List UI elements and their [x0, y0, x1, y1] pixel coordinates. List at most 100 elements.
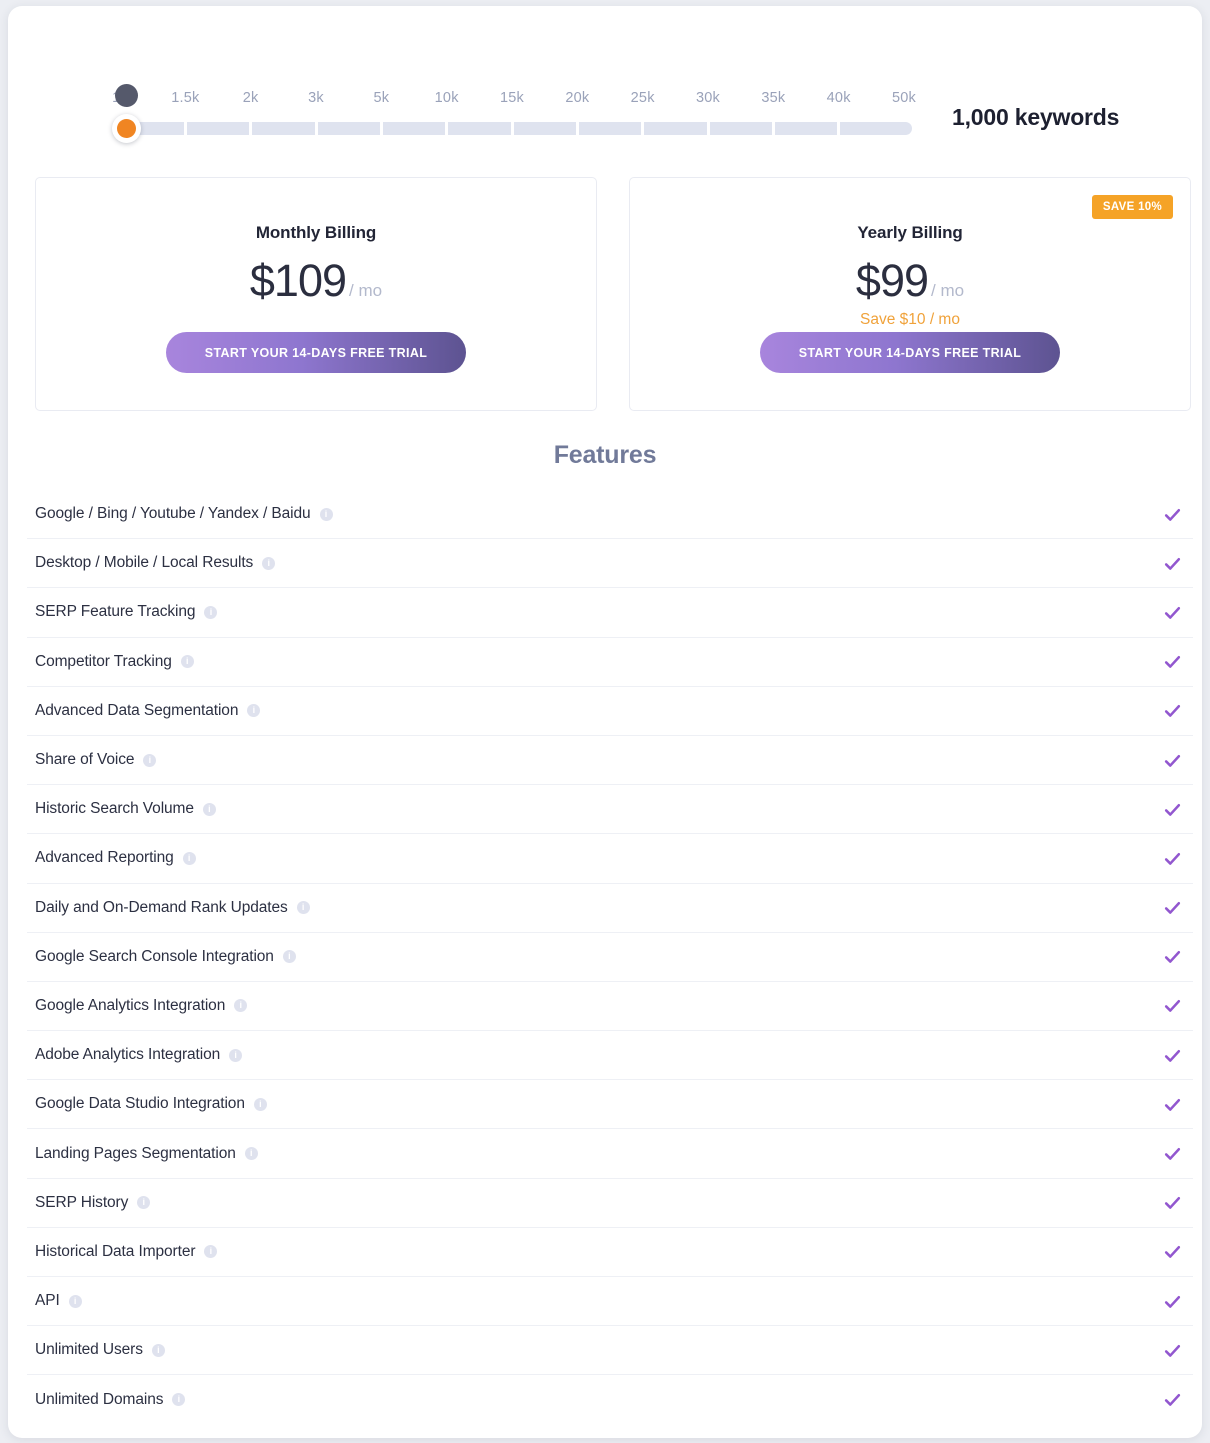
feature-label: Google / Bing / Youtube / Yandex / Baidu	[35, 505, 311, 523]
feature-row: Advanced Reporting i	[27, 834, 1193, 884]
start-free-trial-button-yearly[interactable]: START YOUR 14-DAYS FREE TRIAL	[760, 332, 1060, 373]
feature-label: Advanced Data Segmentation	[35, 701, 239, 719]
slider-tick-25k[interactable]: 25k	[631, 90, 655, 106]
feature-label: Advanced Reporting	[35, 849, 174, 867]
check-icon	[1164, 1000, 1181, 1013]
info-icon[interactable]: i	[282, 950, 296, 964]
slider-track-gap	[575, 122, 579, 135]
slider-track[interactable]	[120, 122, 912, 135]
feature-row: SERP History i	[27, 1179, 1193, 1228]
feature-label: Historical Data Importer	[35, 1242, 196, 1260]
info-icon[interactable]: i	[202, 802, 216, 816]
check-icon	[1164, 1147, 1181, 1160]
check-icon	[1164, 557, 1181, 570]
slider-tick-40k[interactable]: 40k	[827, 90, 851, 106]
info-icon[interactable]: i	[180, 655, 194, 669]
feature-label: Historic Search Volume	[35, 800, 194, 818]
start-free-trial-button-monthly[interactable]: START YOUR 14-DAYS FREE TRIAL	[166, 332, 466, 373]
info-icon[interactable]: i	[247, 704, 261, 718]
check-icon	[1164, 1295, 1181, 1308]
plan-price-line: $99/ mo	[630, 255, 1190, 307]
slider-track-gap	[837, 122, 841, 135]
slider-tick-20k[interactable]: 20k	[565, 90, 589, 106]
plan-title: Yearly Billing	[857, 223, 963, 242]
features-heading: Features	[553, 441, 657, 469]
info-icon[interactable]: i	[182, 851, 196, 865]
feature-label: API	[35, 1292, 60, 1310]
plan-period: / mo	[931, 281, 965, 300]
slider-tick-1.5k[interactable]: 1.5k	[171, 90, 199, 106]
feature-label: Google Data Studio Integration	[35, 1095, 245, 1113]
check-icon	[1164, 1098, 1181, 1111]
slider-track-gap	[183, 122, 187, 135]
feature-label: Desktop / Mobile / Local Results	[35, 554, 254, 572]
feature-row: Share of Voice i	[27, 736, 1193, 786]
slider-track-gap	[510, 122, 514, 135]
info-icon[interactable]: i	[68, 1294, 82, 1308]
slider-tick-15k[interactable]: 15k	[500, 90, 524, 106]
feature-row: Google Data Studio Integration i	[27, 1080, 1193, 1130]
info-icon[interactable]: i	[204, 1245, 218, 1259]
pricing-card-yearly: SAVE 10% Yearly Billing $99/ mo Save $10 / …	[629, 177, 1191, 411]
check-icon	[1164, 1197, 1181, 1210]
check-icon	[1164, 852, 1181, 865]
pricing-card-monthly: Monthly Billing $109/ mo START YOUR 14-DAY…	[35, 177, 597, 411]
info-icon[interactable]: i	[319, 507, 333, 521]
info-icon[interactable]: i	[172, 1393, 186, 1407]
feature-row: Desktop / Mobile / Local Results i	[27, 539, 1193, 589]
info-icon[interactable]: i	[143, 753, 157, 767]
slider-track-gap	[379, 122, 383, 135]
slider-thumb-dot	[117, 119, 136, 138]
feature-row: Unlimited Users i	[27, 1326, 1193, 1376]
info-icon[interactable]: i	[137, 1196, 151, 1210]
slider-track-gap	[641, 122, 645, 135]
slider-thumb[interactable]	[112, 114, 141, 143]
slider-tick-35k[interactable]: 35k	[761, 90, 785, 106]
info-icon[interactable]: i	[229, 1048, 243, 1062]
check-icon	[1164, 1344, 1181, 1357]
slider-track-gap	[314, 122, 318, 135]
slider-tick-50k[interactable]: 50k	[892, 90, 916, 106]
check-icon	[1164, 1394, 1181, 1407]
save-badge: SAVE 10%	[1091, 195, 1173, 219]
info-icon[interactable]: i	[253, 1097, 267, 1111]
check-icon	[1164, 754, 1181, 767]
slider-tick-30k[interactable]: 30k	[696, 90, 720, 106]
info-icon[interactable]: i	[204, 605, 218, 619]
feature-row: SERP Feature Tracking i	[27, 588, 1193, 638]
slider-track-gap	[249, 122, 253, 135]
slider-tick-2k[interactable]: 2k	[243, 90, 259, 106]
info-icon[interactable]: i	[244, 1147, 258, 1161]
feature-label: Adobe Analytics Integration	[35, 1046, 221, 1064]
feature-label: Google Analytics Integration	[35, 996, 226, 1014]
keyword-slider[interactable]: 1k1.5k2k3k5k10k15k20k25k30k35k40k50k	[112, 84, 916, 146]
plan-period: / mo	[349, 281, 383, 300]
feature-row: Google Analytics Integration i	[27, 982, 1193, 1032]
feature-row: Advanced Data Segmentation i	[27, 687, 1193, 736]
pricing-page: 1k1.5k2k3k5k10k15k20k25k30k35k40k50k 1,0…	[0, 0, 1210, 1443]
check-icon	[1164, 803, 1181, 816]
check-icon	[1164, 508, 1181, 521]
slider-tick-5k[interactable]: 5k	[373, 90, 389, 106]
check-icon	[1164, 656, 1181, 668]
feature-label: Competitor Tracking	[35, 652, 172, 670]
keyword-count-label: 1,000 keywords	[952, 104, 1120, 130]
feature-label: Unlimited Users	[35, 1341, 143, 1359]
info-icon[interactable]: i	[234, 999, 248, 1013]
slider-tick-3k[interactable]: 3k	[308, 90, 324, 106]
feature-label: Google Search Console Integration	[35, 947, 274, 965]
feature-row: Landing Pages Segmentation i	[27, 1129, 1193, 1179]
feature-label: SERP Feature Tracking	[35, 603, 196, 621]
slider-tick-10k[interactable]: 10k	[435, 90, 459, 106]
feature-row: API i	[27, 1277, 1193, 1327]
check-icon	[1164, 705, 1181, 718]
info-icon[interactable]: i	[262, 556, 276, 570]
feature-row: Unlimited Domains i	[27, 1375, 1193, 1424]
info-icon[interactable]: i	[296, 901, 310, 915]
check-icon	[1164, 902, 1181, 914]
content-panel: 1k1.5k2k3k5k10k15k20k25k30k35k40k50k 1,0…	[8, 6, 1202, 1438]
info-icon[interactable]: i	[151, 1343, 165, 1357]
slider-track-gap	[445, 122, 449, 135]
feature-label: Unlimited Domains	[35, 1390, 164, 1408]
features-list: Google / Bing / Youtube / Yandex / Baidu…	[27, 490, 1193, 1425]
